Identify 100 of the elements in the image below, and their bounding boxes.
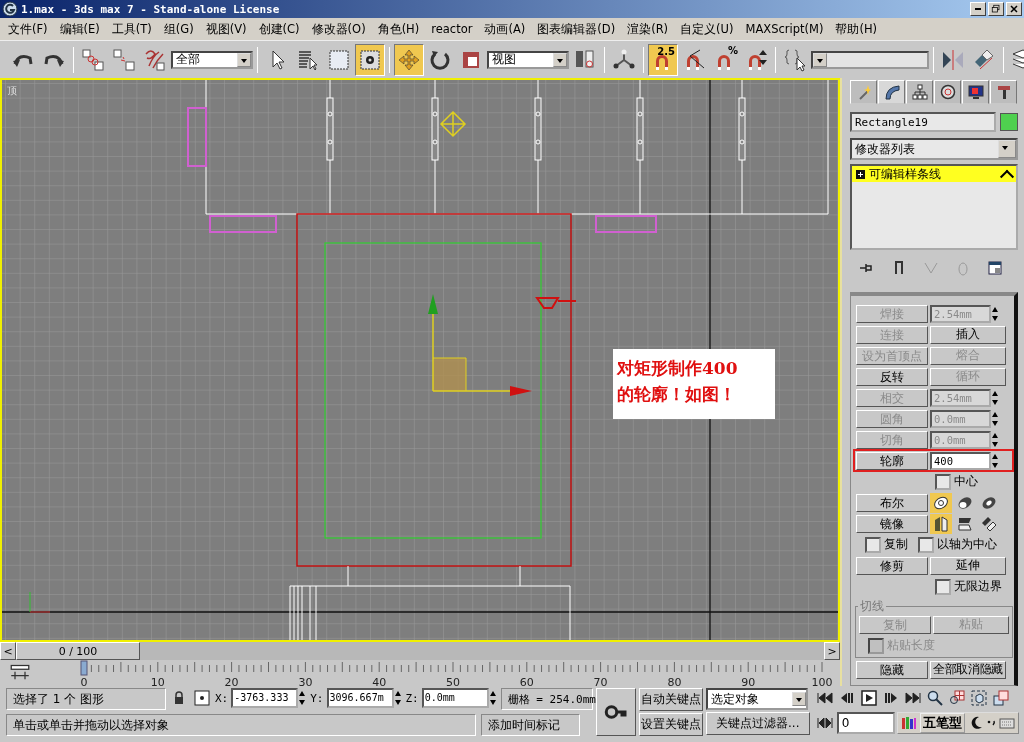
- snap-button[interactable]: 2.5: [648, 43, 678, 76]
- frame-field[interactable]: 0: [836, 712, 895, 734]
- checkbox[interactable]: [935, 578, 951, 595]
- add-time-tag[interactable]: 添加时间标记: [481, 714, 580, 736]
- command-button[interactable]: 隐藏: [856, 660, 928, 679]
- intersect-icon: [981, 494, 997, 511]
- dropdown[interactable]: 视图: [487, 50, 569, 69]
- play-icon: [860, 690, 877, 706]
- stack-item[interactable]: 可编辑样条线: [852, 166, 1016, 182]
- checkbox[interactable]: [918, 536, 934, 553]
- checkbox-label: 粘贴长度: [887, 637, 935, 654]
- key-filters-button[interactable]: 关键点过滤器...: [705, 712, 810, 735]
- next-button[interactable]: >: [824, 642, 840, 660]
- mirror-h-icon: [933, 515, 949, 532]
- goto-start-icon: [816, 690, 833, 706]
- menu-item[interactable]: 动画(A): [478, 21, 532, 37]
- frame-number: 20: [224, 676, 239, 688]
- input-method-name[interactable]: 五笔型: [919, 713, 965, 733]
- set-key-button[interactable]: 设置关键点: [638, 713, 703, 736]
- object-name-field[interactable]: Rectangle19: [850, 112, 996, 132]
- zoom-all-icon: [948, 690, 965, 706]
- object-color-swatch[interactable]: [1000, 113, 1018, 131]
- union-icon: [933, 494, 949, 511]
- menu-item[interactable]: 自定义(U): [674, 21, 740, 37]
- command-button[interactable]: 轮廓: [856, 451, 928, 470]
- frame-number: 60: [519, 676, 534, 688]
- command-button[interactable]: 反转: [856, 367, 928, 386]
- menu-item[interactable]: 文件(F): [2, 21, 54, 37]
- mirror-h-option[interactable]: [930, 513, 952, 534]
- link-icon: [81, 47, 105, 72]
- key-mode-icon: [816, 715, 833, 731]
- minimize-button[interactable]: [970, 2, 986, 16]
- modifier-list-dropdown[interactable]: 修改器列表: [850, 138, 1018, 160]
- window-title: 1.max - 3ds max 7 - Stand-alone License: [21, 2, 280, 16]
- menu-item[interactable]: MAXScript(M): [739, 22, 830, 36]
- light-icon: [440, 111, 467, 138]
- track-bar[interactable]: [90, 661, 823, 673]
- frame-number: 0: [80, 676, 88, 688]
- absolute-mode-button[interactable]: [192, 688, 212, 708]
- previous-button[interactable]: <: [0, 642, 16, 660]
- menu-item[interactable]: 视图(V): [199, 21, 253, 37]
- move-button[interactable]: [394, 43, 424, 76]
- command-button[interactable]: 镜像: [856, 514, 928, 533]
- command-button[interactable]: 全部取消隐藏: [930, 660, 1006, 679]
- hierarchy-tab[interactable]: [906, 80, 933, 104]
- menu-item[interactable]: 帮助(H): [829, 21, 884, 37]
- menu-item[interactable]: 编辑(E): [53, 21, 106, 37]
- play-button[interactable]: [858, 688, 879, 708]
- command-button[interactable]: 延伸: [930, 556, 1006, 575]
- checkbox[interactable]: [865, 536, 881, 553]
- menu-item[interactable]: 组(G): [157, 21, 200, 37]
- motion-tab[interactable]: [934, 80, 961, 104]
- minimize-icon: [974, 7, 982, 11]
- menu-item[interactable]: 角色(H): [371, 21, 426, 37]
- time-slider-thumb[interactable]: 0 / 100: [16, 642, 140, 660]
- bind-icon: [143, 47, 167, 72]
- punctuation-icon: [986, 720, 996, 726]
- zoom-extents-button[interactable]: [968, 688, 989, 708]
- utilities-tab[interactable]: [990, 80, 1017, 104]
- menu-item[interactable]: reactor: [425, 22, 479, 36]
- restore-icon: [990, 3, 1002, 15]
- menu-item[interactable]: 创建(C): [252, 21, 306, 37]
- command-button[interactable]: 插入: [930, 325, 1006, 344]
- next-frame-icon: [882, 690, 899, 706]
- key-mode-dropdown[interactable]: 选定对象: [705, 688, 808, 710]
- set-key-icon-button[interactable]: [595, 688, 636, 736]
- annotation-note: 对矩形制作400 的轮廓！如图！: [613, 349, 775, 419]
- frame-number: 90: [741, 676, 756, 688]
- dropdown[interactable]: [811, 50, 929, 69]
- app-icon: [2, 1, 18, 17]
- create-tab[interactable]: [850, 80, 877, 104]
- close-button[interactable]: [1006, 2, 1022, 16]
- auto-key-button[interactable]: 自动关键点: [638, 688, 703, 711]
- zoom-extents-all-button[interactable]: [990, 688, 1011, 708]
- menu-item[interactable]: 图表编辑器(D): [531, 21, 622, 37]
- crossing-button[interactable]: [355, 43, 385, 76]
- menu-item[interactable]: 渲染(R): [621, 21, 675, 37]
- command-button[interactable]: 修剪: [856, 556, 928, 575]
- checkbox[interactable]: [935, 473, 951, 490]
- selection-info: 选择了 1 个 图形: [6, 688, 166, 710]
- mirror-icon: [941, 47, 965, 72]
- expand-icon[interactable]: [856, 169, 865, 179]
- axis-tripod-drawing: [29, 591, 51, 613]
- restore-button[interactable]: [988, 2, 1004, 16]
- absolute-icon: [194, 690, 210, 706]
- menu-item[interactable]: 修改器(O): [305, 21, 372, 37]
- command-button[interactable]: 布尔: [856, 493, 928, 512]
- modify-tab[interactable]: [878, 80, 905, 104]
- handle-shape: [187, 107, 207, 167]
- menu-item[interactable]: 工具(T): [105, 21, 158, 37]
- mirror-both-icon: [981, 515, 997, 532]
- display-tab[interactable]: [962, 80, 989, 104]
- dropdown[interactable]: 全部: [171, 50, 253, 69]
- current-frame-marker[interactable]: [80, 660, 88, 676]
- viewport[interactable]: 顶 对矩形制作400 的轮廓！如图！: [0, 78, 840, 642]
- percent-snap-button[interactable]: %: [710, 43, 740, 76]
- coordinate-label: Z:: [405, 691, 419, 707]
- union-option[interactable]: [930, 492, 952, 513]
- remove-icon: [955, 260, 971, 276]
- handle-shape: [209, 215, 277, 233]
